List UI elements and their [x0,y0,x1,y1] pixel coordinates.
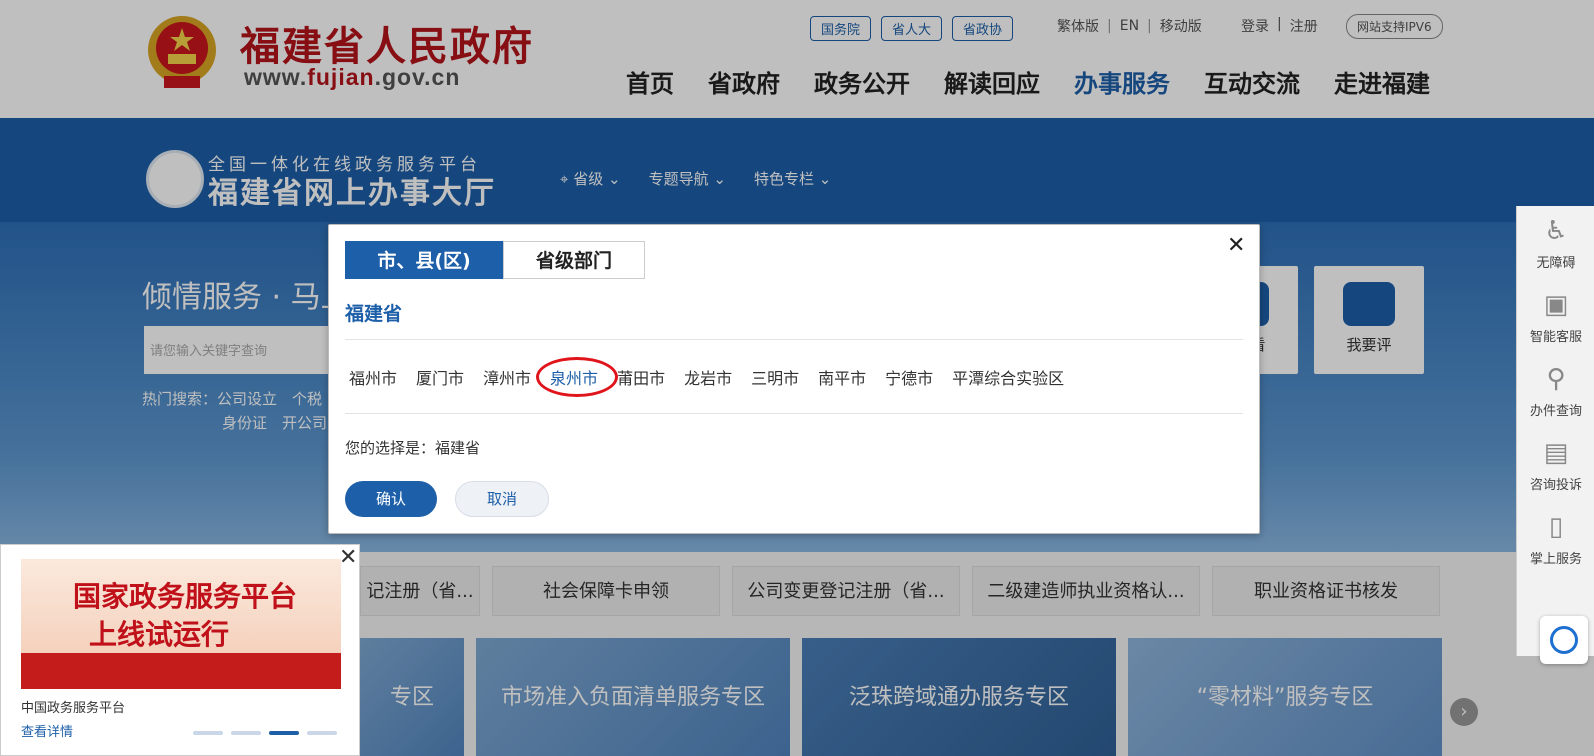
side-toolbar: ♿ 无障碍 ▣ 智能客服 ⚲ 办件查询 ▤ 咨询投诉 ▯ 掌上服务 [1516,206,1594,656]
city-option-pingtan[interactable]: 平潭综合实验区 [952,365,1064,389]
side-label: 智能客服 [1529,330,1582,345]
selection-value: 福建省 [435,439,481,457]
promo-banner-line2: 上线试运行 [89,618,230,651]
tab-provincial-departments[interactable]: 省级部门 [503,241,645,279]
city-option-xiamen[interactable]: 厦门市 [416,365,464,389]
cancel-button[interactable]: 取消 [455,481,549,517]
side-smart-service[interactable]: ▣ 智能客服 [1517,288,1594,345]
promo-popup: ✕ 国家政务服务平台 上线试运行 中国政务服务平台 查看详情 [0,544,360,756]
city-option-ningde[interactable]: 宁德市 [885,365,933,389]
side-label: 咨询投诉 [1529,478,1582,493]
divider [345,339,1243,340]
city-option-longyan[interactable]: 龙岩市 [684,365,732,389]
carousel-dot[interactable] [231,731,261,735]
carousel-dot[interactable] [307,731,337,735]
side-mobile[interactable]: ▯ 掌上服务 [1517,510,1594,567]
city-list: 福州市 厦门市 漳州市 泉州市 莆田市 龙岩市 三明市 南平市 宁德市 平潭综合… [349,357,1083,397]
promo-title: 中国政务服务平台 [21,701,126,716]
close-icon[interactable]: ✕ [339,547,357,569]
side-accessibility[interactable]: ♿ 无障碍 [1517,214,1594,271]
city-option-quanzhou[interactable]: 泉州市 [536,357,619,397]
city-option-zhangzhou[interactable]: 漳州市 [483,365,531,389]
region-select-dialog: ✕ 市、县(区) 省级部门 福建省 福州市 厦门市 漳州市 泉州市 莆田市 龙岩… [328,224,1260,534]
side-query[interactable]: ⚲ 办件查询 [1517,362,1594,419]
close-icon[interactable]: ✕ [1227,235,1245,257]
divider [345,413,1243,414]
tab-city-county[interactable]: 市、县(区) [345,241,503,279]
city-option-fuzhou[interactable]: 福州市 [349,365,397,389]
side-complaint[interactable]: ▤ 咨询投诉 [1517,436,1594,493]
current-selection: 您的选择是：福建省 [345,437,480,458]
confirm-button[interactable]: 确认 [345,481,437,517]
floating-assistant-button[interactable] [1540,616,1588,664]
promo-details-link[interactable]: 查看详情 [21,721,73,740]
accessibility-icon: ♿ [1544,216,1568,246]
carousel-indicators [193,731,337,735]
assistant-icon [1550,626,1578,654]
promo-banner-image[interactable]: 国家政务服务平台 上线试运行 [21,559,341,689]
search-icon: ⚲ [1546,364,1566,394]
promo-banner-line1: 国家政务服务平台 [73,580,298,613]
side-label: 无障碍 [1536,256,1576,271]
city-option-sanming[interactable]: 三明市 [751,365,799,389]
carousel-dot[interactable] [193,731,223,735]
side-label: 办件查询 [1529,404,1582,419]
message-icon: ▤ [1543,438,1569,468]
side-label: 掌上服务 [1529,552,1582,567]
city-option-nanping[interactable]: 南平市 [818,365,866,389]
robot-icon: ▣ [1543,290,1569,320]
city-option-putian[interactable]: 莆田市 [617,365,665,389]
province-title[interactable]: 福建省 [345,299,402,326]
selection-label: 您的选择是： [345,439,436,457]
promo-banner-decoration [21,653,341,689]
phone-hand-icon: ▯ [1548,512,1564,542]
region-tabs: 市、县(区) 省级部门 [345,241,645,279]
carousel-dot-active[interactable] [269,731,299,735]
